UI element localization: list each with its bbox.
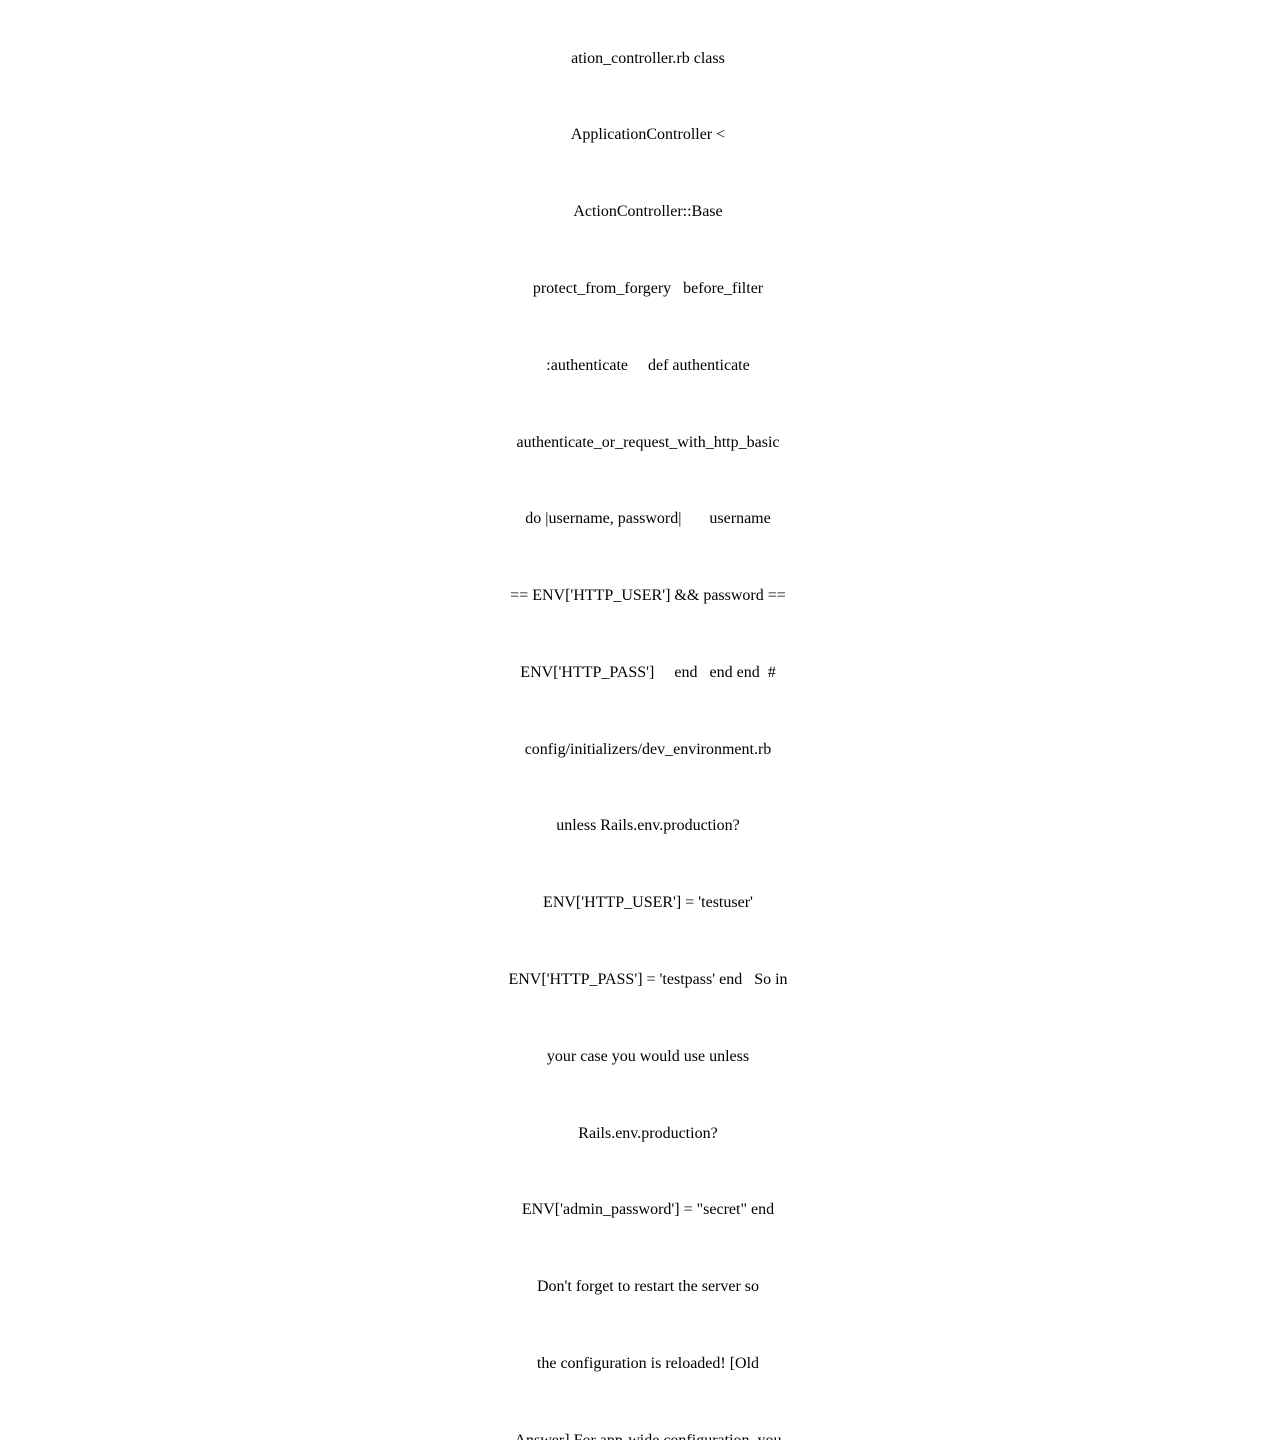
code-text-3: ActionController::Base xyxy=(573,203,722,220)
code-text-9: ENV['HTTP_PASS'] end end end # xyxy=(520,664,775,681)
code-text-19: Answer] For app-wide configuration, you xyxy=(514,1432,781,1440)
code-text-6: authenticate_or_request_with_http_basic xyxy=(516,434,779,451)
code-text-15: Rails.env.production? xyxy=(578,1125,717,1142)
code-text-16: ENV['admin_password'] = "secret" end xyxy=(522,1201,774,1218)
code-text-5: :authenticate def authenticate xyxy=(546,357,749,374)
code-text-8: == ENV['HTTP_USER'] && password == xyxy=(510,587,786,604)
code-text-2: ApplicationController < xyxy=(571,126,725,143)
code-text: ation_controller.rb class xyxy=(571,50,725,67)
code-text-17: Don't forget to restart the server so xyxy=(537,1278,759,1295)
code-text-14: your case you would use unless xyxy=(547,1048,749,1065)
code-text-11: unless Rails.env.production? xyxy=(556,817,739,834)
code-text-12: ENV['HTTP_USER'] = 'testuser' xyxy=(543,894,753,911)
code-text-4: protect_from_forgery before_filter xyxy=(533,280,763,297)
main-content: ation_controller.rb class ApplicationCon… xyxy=(486,20,794,1440)
code-text-7: do |username, password| username xyxy=(525,510,770,527)
code-text-13: ENV['HTTP_PASS'] = 'testpass' end So in xyxy=(508,971,787,988)
code-text-18: the configuration is reloaded! [Old xyxy=(537,1355,759,1372)
code-text-10: config/initializers/dev_environment.rb xyxy=(525,741,772,758)
